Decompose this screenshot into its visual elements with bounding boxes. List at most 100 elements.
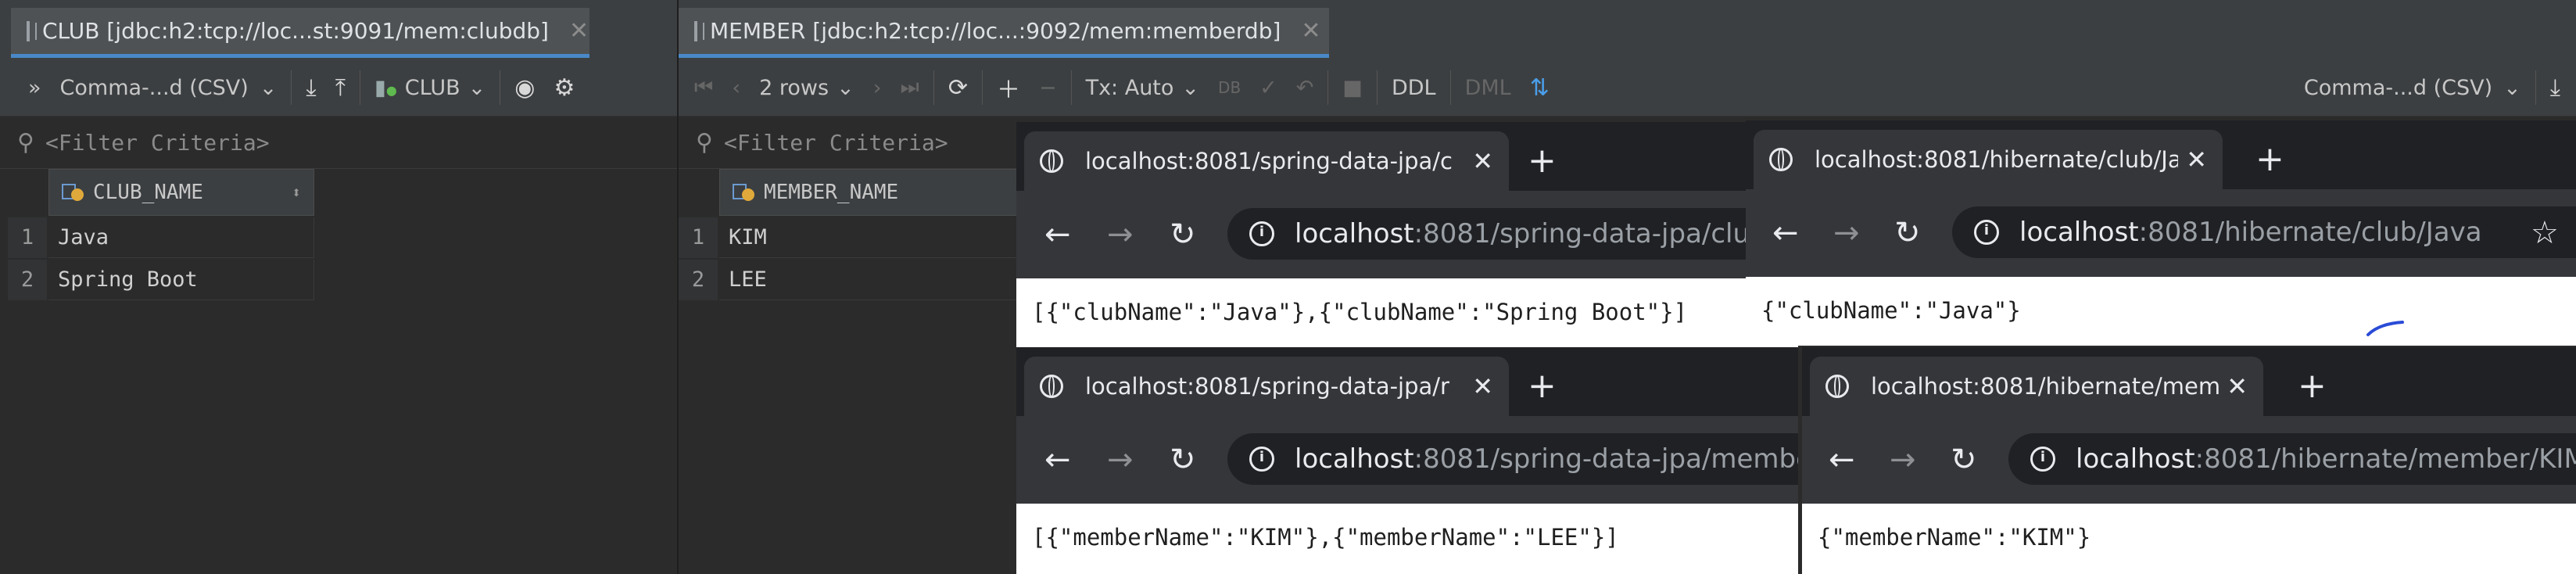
- divider: [1376, 70, 1378, 105]
- close-icon[interactable]: ✕: [2227, 371, 2248, 401]
- info-icon: i: [1974, 220, 1999, 245]
- last-page-icon[interactable]: ⏭: [891, 59, 929, 116]
- reload-icon[interactable]: ↻: [1170, 439, 1196, 480]
- back-arrow-icon[interactable]: ←: [1829, 439, 1855, 480]
- download-icon[interactable]: ⤓: [296, 59, 325, 116]
- download-icon[interactable]: ⤓: [2541, 59, 2576, 116]
- close-icon[interactable]: ✕: [1472, 146, 1493, 176]
- address-bar[interactable]: i localhost:8081/hibernate/member/KIM: [2008, 433, 2576, 485]
- browser-content: {"memberName":"KIM"}: [1802, 504, 2576, 574]
- chevron-down-icon: ⌄: [2503, 75, 2521, 100]
- rows-dropdown[interactable]: 2 rows ⌄: [750, 59, 864, 116]
- add-row-icon[interactable]: ＋: [987, 59, 1030, 116]
- member-tab-bar: MEMBER [jdbc:h2:tcp://loc...:9092/mem:me…: [679, 0, 2576, 60]
- chevron-down-icon: ⌄: [837, 75, 854, 100]
- tab-club[interactable]: CLUB [jdbc:h2:tcp://loc...st:9091/mem:cl…: [11, 8, 589, 58]
- db-commit-icon[interactable]: DB: [1209, 59, 1250, 116]
- table-cell[interactable]: Java: [48, 217, 314, 258]
- filter-criteria-input[interactable]: <Filter Criteria>: [724, 130, 948, 156]
- forward-arrow-icon[interactable]: →: [1107, 439, 1134, 480]
- gear-icon[interactable]: ⚙: [544, 59, 584, 116]
- member-toolbar: ⏮ ‹ 2 rows ⌄ › ⏭ ⟳ ＋ − Tx: Auto ⌄ DB ✓ ↶…: [679, 59, 2576, 117]
- stop-icon[interactable]: ■: [1333, 59, 1372, 116]
- export-format-dropdown[interactable]: Comma-...d (CSV) ⌄: [51, 59, 287, 116]
- expand-toolbar-button[interactable]: »: [0, 59, 51, 116]
- back-arrow-icon[interactable]: ←: [1044, 214, 1071, 255]
- table-cell[interactable]: LEE: [719, 260, 1063, 300]
- first-page-icon[interactable]: ⏮: [679, 59, 722, 116]
- divider: [933, 70, 934, 105]
- bookmark-star-icon[interactable]: ☆: [2531, 213, 2559, 253]
- new-tab-icon[interactable]: +: [1528, 364, 1557, 408]
- info-icon: i: [1249, 447, 1274, 472]
- browser-tab[interactable]: localhost:8081/hibernate/club/Ja ✕: [1754, 130, 2223, 189]
- info-icon: i: [1249, 221, 1274, 246]
- club-console-pane: CLUB [jdbc:h2:tcp://loc...st:9091/mem:cl…: [0, 0, 677, 574]
- url-host: localhost: [2019, 217, 2139, 248]
- reload-icon[interactable]: ↻: [1951, 439, 1977, 480]
- column-header-club-name[interactable]: CLUB_NAME ⬍: [48, 169, 314, 216]
- browser-nav-bar: ← → ↻ i localhost:8081/hibernate/member/…: [1802, 416, 2576, 504]
- compare-icon[interactable]: ⇅: [1521, 59, 1559, 116]
- new-tab-icon[interactable]: +: [1528, 139, 1557, 183]
- filter-criteria-input[interactable]: <Filter Criteria>: [45, 130, 270, 156]
- forward-arrow-icon[interactable]: →: [1890, 439, 1916, 480]
- table-selector-dropdown[interactable]: ▮● CLUB ⌄: [365, 59, 495, 116]
- close-icon[interactable]: ✕: [1472, 371, 1493, 401]
- back-arrow-icon[interactable]: ←: [1772, 213, 1799, 253]
- sort-icon[interactable]: ⬍: [292, 183, 301, 202]
- close-icon[interactable]: ✕: [2186, 145, 2207, 174]
- close-icon[interactable]: ✕: [1301, 17, 1320, 45]
- chevron-down-icon: ⌄: [468, 75, 486, 100]
- new-tab-icon[interactable]: +: [2298, 364, 2327, 408]
- upload-icon[interactable]: ⤒: [326, 59, 355, 116]
- delete-row-icon[interactable]: −: [1030, 59, 1066, 116]
- url-path: :8081/hibernate/club/Java: [2138, 217, 2482, 248]
- club-filter-bar[interactable]: ⚲ <Filter Criteria>: [0, 117, 677, 169]
- forward-arrow-icon[interactable]: →: [1107, 214, 1134, 255]
- export-format-dropdown[interactable]: Comma-...d (CSV) ⌄: [2295, 59, 2531, 116]
- column-header-label: MEMBER_NAME: [764, 181, 899, 204]
- divider: [291, 70, 292, 105]
- browser-tab[interactable]: localhost:8081/spring-data-jpa/r ✕: [1024, 357, 1509, 416]
- forward-arrow-icon[interactable]: →: [1833, 213, 1860, 253]
- browser-tab-title: localhost:8081/spring-data-jpa/c: [1085, 148, 1453, 174]
- address-bar[interactable]: i localhost:8081/spring-data-jpa/member: [1227, 433, 1798, 485]
- browser-tab-strip: localhost:8081/spring-data-jpa/r ✕ +: [1016, 347, 1798, 416]
- eye-icon[interactable]: ◉: [505, 59, 544, 116]
- chevron-down-icon: ⌄: [259, 75, 278, 100]
- row-number: 1: [679, 217, 718, 258]
- url-host: localhost: [2076, 443, 2195, 475]
- browser-tab[interactable]: localhost:8081/spring-data-jpa/c ✕: [1024, 131, 1509, 191]
- key-column-icon: [731, 181, 754, 204]
- globe-icon: [1769, 148, 1793, 171]
- tab-member[interactable]: MEMBER [jdbc:h2:tcp://loc...:9092/mem:me…: [679, 8, 1329, 58]
- table-icon: [694, 20, 704, 41]
- column-header-member-name[interactable]: MEMBER_NAME ⬍: [719, 169, 1063, 216]
- globe-icon: [1040, 375, 1063, 398]
- reload-icon[interactable]: ↻: [1894, 213, 1921, 253]
- dml-button[interactable]: DML: [1456, 59, 1521, 116]
- reload-icon[interactable]: ↻: [1170, 214, 1196, 255]
- next-page-icon[interactable]: ›: [864, 59, 891, 116]
- column-header-label: CLUB_NAME: [93, 181, 203, 204]
- rollback-icon[interactable]: ↶: [1287, 59, 1324, 116]
- check-icon[interactable]: ✓: [1250, 59, 1287, 116]
- back-arrow-icon[interactable]: ←: [1044, 439, 1071, 480]
- ddl-button[interactable]: DDL: [1382, 59, 1446, 116]
- refresh-icon[interactable]: ⟳: [939, 59, 977, 116]
- table-cell[interactable]: KIM: [719, 217, 1063, 258]
- row-number: 2: [679, 260, 718, 300]
- previous-page-icon[interactable]: ‹: [722, 59, 750, 116]
- browser-content: {"clubName":"Java"}: [1746, 277, 2576, 346]
- browser-tab-title: localhost:8081/hibernate/club/Ja: [1815, 146, 2179, 173]
- close-icon[interactable]: ✕: [569, 17, 589, 45]
- browser-nav-bar: ← → ↻ i localhost:8081/spring-data-jpa/m…: [1016, 416, 1798, 504]
- address-bar[interactable]: i localhost:8081/spring-data-jpa/club: [1227, 208, 1798, 260]
- browser-tab[interactable]: localhost:8081/hibernate/memb ✕: [1810, 357, 2263, 416]
- table-cell[interactable]: Spring Boot: [48, 260, 314, 300]
- new-tab-icon[interactable]: +: [2255, 138, 2284, 181]
- transaction-mode-dropdown[interactable]: Tx: Auto ⌄: [1077, 59, 1209, 116]
- key-column-icon: [60, 181, 84, 204]
- address-bar[interactable]: i localhost:8081/hibernate/club/Java: [1952, 206, 2576, 258]
